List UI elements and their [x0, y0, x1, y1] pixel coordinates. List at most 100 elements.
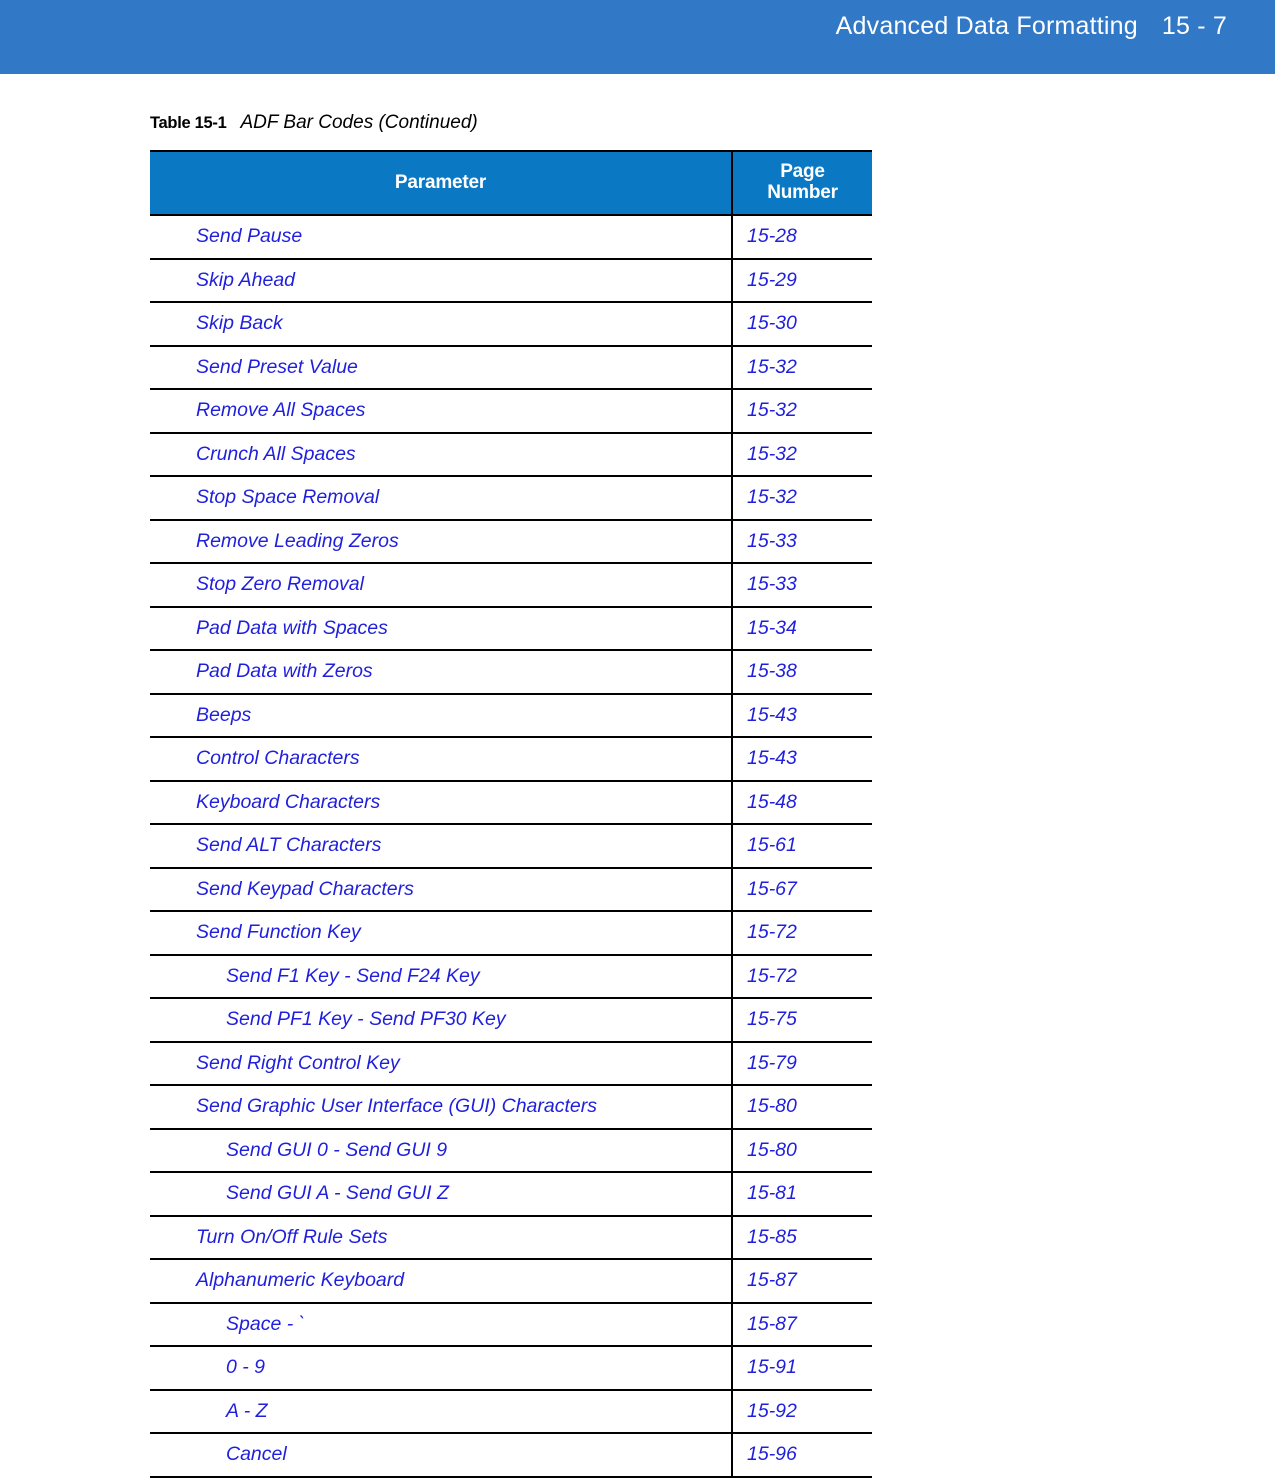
table-row: Beeps 15-43 — [150, 693, 872, 738]
page-header-title: Advanced Data Formatting — [835, 12, 1138, 40]
parameter-link[interactable]: Send Graphic User Interface (GUI) Charac… — [150, 1085, 733, 1130]
page-number-link[interactable]: 15-67 — [732, 867, 872, 912]
table-row: Send ALT Characters 15-61 — [150, 824, 872, 869]
table-row: Cancel 15-96 — [150, 1433, 872, 1478]
table-caption-title: ADF Bar Codes (Continued) — [240, 112, 478, 133]
page-number-link[interactable]: 15-96 — [732, 1433, 872, 1478]
page-number-link[interactable]: 15-87 — [732, 1302, 872, 1347]
table-row: Stop Zero Removal 15-33 — [150, 563, 872, 608]
parameter-link[interactable]: Keyboard Characters — [150, 780, 733, 825]
parameter-link[interactable]: Stop Space Removal — [150, 476, 733, 521]
table-row: Pad Data with Spaces 15-34 — [150, 606, 872, 651]
parameter-link[interactable]: Send Keypad Characters — [150, 867, 733, 912]
page-number-link[interactable]: 15-85 — [732, 1215, 872, 1260]
page-number-link[interactable]: 15-38 — [732, 650, 872, 695]
parameter-link[interactable]: Send GUI 0 - Send GUI 9 — [150, 1128, 733, 1173]
parameter-link[interactable]: Turn On/Off Rule Sets — [150, 1215, 733, 1260]
page-number-link[interactable]: 15-28 — [732, 215, 872, 260]
page-header-page-number: 15 - 7 — [1161, 12, 1227, 40]
parameter-link[interactable]: Send PF1 Key - Send PF30 Key — [150, 998, 733, 1043]
parameter-link[interactable]: Alphanumeric Keyboard — [150, 1259, 733, 1304]
page-number-link[interactable]: 15-33 — [732, 519, 872, 564]
table-header-row: Parameter Page Number — [150, 150, 872, 216]
parameter-link[interactable]: Send Right Control Key — [150, 1041, 733, 1086]
parameter-link[interactable]: Cancel — [150, 1433, 733, 1478]
parameter-link[interactable]: Pad Data with Spaces — [150, 606, 733, 651]
table-row: Pad Data with Zeros 15-38 — [150, 650, 872, 695]
parameter-link[interactable]: A - Z — [150, 1389, 733, 1434]
page-number-link[interactable]: 15-43 — [732, 737, 872, 782]
page-number-link[interactable]: 15-32 — [732, 432, 872, 477]
parameter-link[interactable]: Pad Data with Zeros — [150, 650, 733, 695]
table-row: Control Characters 15-43 — [150, 737, 872, 782]
adf-bar-codes-table: Parameter Page Number Send Pause 15-28 Ski… — [150, 150, 872, 1478]
table-row: Remove All Spaces 15-32 — [150, 389, 872, 434]
page-header-band: Advanced Data Formatting 15 - 7 — [0, 0, 1275, 74]
table-row: Space - ` 15-87 — [150, 1302, 872, 1347]
table-row: Crunch All Spaces 15-32 — [150, 432, 872, 477]
parameter-link[interactable]: Send Function Key — [150, 911, 733, 956]
table-row: Remove Leading Zeros 15-33 — [150, 519, 872, 564]
parameter-link[interactable]: Remove Leading Zeros — [150, 519, 733, 564]
table-row: Send GUI A - Send GUI Z 15-81 — [150, 1172, 872, 1217]
page-number-link[interactable]: 15-32 — [732, 389, 872, 434]
page-number-link[interactable]: 15-48 — [732, 780, 872, 825]
parameter-link[interactable]: Send ALT Characters — [150, 824, 733, 869]
table-body: Send Pause 15-28 Skip Ahead 15-29 Skip Back 1… — [150, 215, 872, 1478]
table-row: Send Right Control Key 15-79 — [150, 1041, 872, 1086]
table-row: Send Preset Value 15-32 — [150, 345, 872, 390]
page-number-link[interactable]: 15-32 — [732, 345, 872, 390]
page-number-link[interactable]: 15-61 — [732, 824, 872, 869]
page-number-link[interactable]: 15-72 — [732, 911, 872, 956]
page-number-link[interactable]: 15-80 — [732, 1085, 872, 1130]
parameter-link[interactable]: Crunch All Spaces — [150, 432, 733, 477]
table-row: Send Keypad Characters 15-67 — [150, 867, 872, 912]
parameter-link[interactable]: Skip Back — [150, 302, 733, 347]
table-caption-label: Table 15-1 — [150, 114, 227, 132]
table-row: Send GUI 0 - Send GUI 9 15-80 — [150, 1128, 872, 1173]
page-number-link[interactable]: 15-43 — [732, 693, 872, 738]
page-number-link[interactable]: 15-30 — [732, 302, 872, 347]
parameter-link[interactable]: Beeps — [150, 693, 733, 738]
parameter-link[interactable]: Stop Zero Removal — [150, 563, 733, 608]
parameter-link[interactable]: Send F1 Key - Send F24 Key — [150, 954, 733, 999]
table-row: Send F1 Key - Send F24 Key 15-72 — [150, 954, 872, 999]
parameter-link[interactable]: Send Preset Value — [150, 345, 733, 390]
table-row: Send Function Key 15-72 — [150, 911, 872, 956]
column-header-parameter: Parameter — [150, 150, 733, 216]
table-row: Send Pause 15-28 — [150, 215, 872, 260]
table-row: Skip Ahead 15-29 — [150, 258, 872, 303]
table-row: Send Graphic User Interface (GUI) Charac… — [150, 1085, 872, 1130]
page-number-link[interactable]: 15-34 — [732, 606, 872, 651]
page-number-link[interactable]: 15-33 — [732, 563, 872, 608]
page-number-link[interactable]: 15-80 — [732, 1128, 872, 1173]
table-row: Keyboard Characters 15-48 — [150, 780, 872, 825]
table-row: Alphanumeric Keyboard 15-87 — [150, 1259, 872, 1304]
parameter-link[interactable]: Send Pause — [150, 215, 733, 260]
table-caption: Table 15-1 ADF Bar Codes (Continued) — [150, 112, 478, 134]
table-row: 0 - 9 15-91 — [150, 1346, 872, 1391]
column-header-page-number: Page Number — [732, 150, 872, 216]
page-number-link[interactable]: 15-91 — [732, 1346, 872, 1391]
page-header: Advanced Data Formatting 15 - 7 — [836, 12, 1227, 41]
parameter-link[interactable]: Space - ` — [150, 1302, 733, 1347]
parameter-link[interactable]: Control Characters — [150, 737, 733, 782]
table-row: A - Z 15-92 — [150, 1389, 872, 1434]
page-number-link[interactable]: 15-32 — [732, 476, 872, 521]
page-number-link[interactable]: 15-81 — [732, 1172, 872, 1217]
page-number-link[interactable]: 15-79 — [732, 1041, 872, 1086]
page-number-link[interactable]: 15-29 — [732, 258, 872, 303]
parameter-link[interactable]: Remove All Spaces — [150, 389, 733, 434]
parameter-link[interactable]: Send GUI A - Send GUI Z — [150, 1172, 733, 1217]
column-header-page-line2: Number — [767, 182, 838, 203]
column-header-page-line1: Page — [780, 161, 825, 183]
table-head: Parameter Page Number — [150, 150, 872, 216]
page-number-link[interactable]: 15-72 — [732, 954, 872, 999]
table-row: Turn On/Off Rule Sets 15-85 — [150, 1215, 872, 1260]
parameter-link[interactable]: Skip Ahead — [150, 258, 733, 303]
parameter-link[interactable]: 0 - 9 — [150, 1346, 733, 1391]
page-number-link[interactable]: 15-75 — [732, 998, 872, 1043]
page-number-link[interactable]: 15-87 — [732, 1259, 872, 1304]
page-number-link[interactable]: 15-92 — [732, 1389, 872, 1434]
table-row: Send PF1 Key - Send PF30 Key 15-75 — [150, 998, 872, 1043]
